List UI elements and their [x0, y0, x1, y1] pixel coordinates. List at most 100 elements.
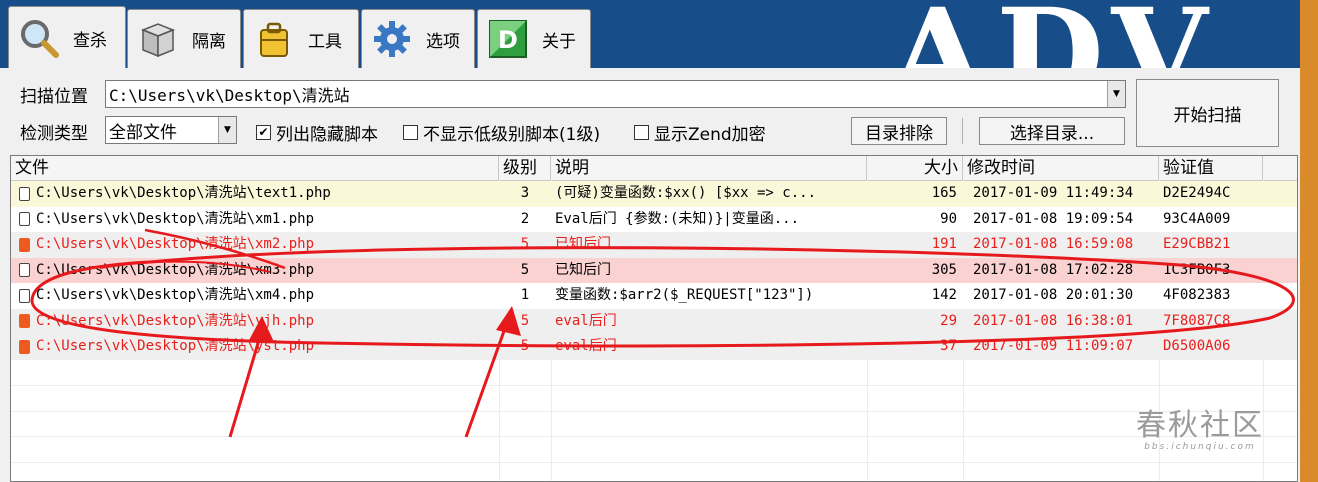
show-hidden-checkbox[interactable]: ✔ 列出隐藏脚本: [256, 120, 378, 145]
tab-scan[interactable]: 查杀: [8, 6, 126, 68]
time-cell: 2017-01-09 11:09:07: [973, 338, 1134, 354]
list-rows: C:\Users\vk\Desktop\清洗站\text1.php 3 (可疑)…: [11, 181, 1297, 360]
box-icon: [136, 17, 180, 61]
time-cell: 2017-01-08 16:59:08: [973, 236, 1134, 252]
desc-cell: 已知后门: [555, 261, 611, 278]
svg-text:D: D: [498, 26, 518, 54]
table-row[interactable]: C:\Users\vk\Desktop\清洗站\text1.php 3 (可疑)…: [11, 181, 1297, 207]
file-path: C:\Users\vk\Desktop\清洗站\text1.php: [36, 185, 331, 201]
scan-location-value: C:\Users\vk\Desktop\清洗站: [109, 86, 350, 105]
level-cell: 5: [520, 236, 530, 252]
hash-cell: D6500A06: [1163, 338, 1231, 354]
suspicious-file-icon: [19, 339, 30, 354]
column-header-file[interactable]: 文件: [11, 156, 499, 180]
desc-cell: 变量函数:$arr2($_REQUEST["123"]): [555, 287, 814, 303]
tab-bar: ADV 查杀 隔离 工具 选项 D 关于: [0, 0, 1300, 68]
watermark: 春秋社区 bbs.ichunqiu.com: [1136, 400, 1264, 452]
tab-label: 关于: [542, 31, 576, 52]
hide-lowlevel-checkbox[interactable]: 不显示低级别脚本(1级): [403, 120, 600, 145]
desc-cell: Eval后门 {参数:(未知)}|变量函...: [555, 210, 800, 227]
row-divider: [11, 385, 1297, 386]
show-hidden-label: 列出隐藏脚本: [276, 125, 378, 145]
time-cell: 2017-01-08 17:02:28: [973, 261, 1134, 278]
tab-label: 工具: [308, 31, 342, 52]
tab-about[interactable]: D 关于: [477, 9, 591, 68]
results-list[interactable]: 文件 级别 说明 大小 修改时间 验证值 C:\Users\vk\Desktop…: [10, 155, 1298, 482]
select-dir-button[interactable]: 选择目录...: [979, 117, 1125, 145]
table-row[interactable]: C:\Users\vk\Desktop\清洗站\yst.php 5 eval后门…: [11, 334, 1297, 360]
row-divider: [11, 411, 1297, 412]
row-divider: [11, 436, 1297, 437]
size-cell: 305: [931, 261, 957, 278]
desc-cell: 已知后门: [555, 236, 611, 252]
column-header-time[interactable]: 修改时间: [963, 156, 1159, 180]
toolbar-divider: [962, 118, 963, 144]
show-zend-label: 显示Zend加密: [654, 125, 766, 145]
time-cell: 2017-01-08 16:38:01: [973, 312, 1134, 329]
list-header: 文件 级别 说明 大小 修改时间 验证值: [11, 156, 1297, 181]
brand-logo: ADV: [890, 0, 1218, 68]
show-zend-checkbox[interactable]: 显示Zend加密: [634, 120, 766, 145]
table-row[interactable]: C:\Users\vk\Desktop\清洗站\xm2.php 5 已知后门 1…: [11, 232, 1297, 258]
file-icon: [19, 186, 30, 201]
column-header-size[interactable]: 大小: [867, 156, 963, 180]
table-row[interactable]: C:\Users\vk\Desktop\清洗站\xm3.php 5 已知后门 3…: [11, 257, 1297, 283]
column-header-desc[interactable]: 说明: [551, 156, 867, 180]
table-row[interactable]: C:\Users\vk\Desktop\清洗站\xm4.php 1 变量函数:$…: [11, 283, 1297, 309]
tab-label: 隔离: [192, 31, 226, 52]
start-scan-button[interactable]: 开始扫描: [1136, 79, 1279, 147]
hash-cell: 4F082383: [1163, 287, 1231, 303]
level-cell: 2: [520, 210, 530, 227]
table-row[interactable]: C:\Users\vk\Desktop\清洗站\xm1.php 2 Eval后门…: [11, 206, 1297, 232]
suspicious-file-icon: [19, 237, 30, 252]
tab-quarantine[interactable]: 隔离: [127, 9, 241, 68]
file-path: C:\Users\vk\Desktop\清洗站\xm1.php: [36, 210, 315, 227]
level-cell: 5: [520, 338, 530, 354]
file-icon: [19, 288, 30, 303]
column-header-level[interactable]: 级别: [499, 156, 551, 180]
checkmark-icon: ✔: [256, 125, 271, 140]
hash-cell: 7F8087C8: [1163, 312, 1231, 329]
size-cell: 29: [940, 312, 957, 329]
tab-options[interactable]: 选项: [361, 9, 475, 68]
column-header-hash[interactable]: 验证值: [1159, 156, 1263, 180]
gear-icon: [370, 17, 414, 61]
level-cell: 5: [520, 312, 530, 329]
time-cell: 2017-01-09 11:49:34: [973, 185, 1134, 201]
desc-cell: eval后门: [555, 338, 617, 354]
hash-cell: D2E2494C: [1163, 185, 1231, 201]
scan-type-label: 检测类型: [20, 124, 88, 144]
size-cell: 90: [940, 210, 957, 227]
scan-location-label: 扫描位置: [20, 87, 88, 107]
size-cell: 142: [931, 287, 957, 303]
watermark-title: 春秋社区: [1136, 408, 1264, 443]
scan-type-select[interactable]: 全部文件 ▼: [105, 116, 237, 144]
toolbox-icon: [252, 17, 296, 61]
tab-tools[interactable]: 工具: [243, 9, 359, 68]
level-cell: 1: [520, 287, 530, 303]
file-icon: [19, 212, 30, 227]
row-divider: [11, 462, 1297, 463]
time-cell: 2017-01-08 19:09:54: [973, 210, 1134, 227]
file-path: C:\Users\vk\Desktop\清洗站\yst.php: [36, 338, 315, 354]
scan-location-combo[interactable]: C:\Users\vk\Desktop\清洗站 ▼: [105, 80, 1126, 108]
exclude-dir-button[interactable]: 目录排除: [851, 117, 947, 145]
size-cell: 37: [940, 338, 957, 354]
magnifier-icon: [17, 16, 61, 60]
checkbox-empty-icon: [634, 125, 649, 140]
hash-cell: E29CBB21: [1163, 236, 1231, 252]
window-edge: [1300, 0, 1318, 482]
file-icon: [19, 263, 30, 278]
chevron-down-icon[interactable]: ▼: [1107, 81, 1125, 107]
desc-cell: eval后门: [555, 312, 617, 329]
size-cell: 165: [931, 185, 957, 201]
table-row[interactable]: C:\Users\vk\Desktop\清洗站\yjh.php 5 eval后门…: [11, 308, 1297, 334]
file-path: C:\Users\vk\Desktop\清洗站\yjh.php: [36, 312, 315, 329]
chevron-down-icon[interactable]: ▼: [218, 117, 236, 143]
scan-type-value: 全部文件: [109, 122, 177, 143]
time-cell: 2017-01-08 20:01:30: [973, 287, 1134, 303]
tab-label: 选项: [426, 31, 460, 52]
tab-label: 查杀: [73, 30, 107, 51]
hash-cell: 1C3FB0F3: [1163, 261, 1231, 278]
size-cell: 191: [931, 236, 957, 252]
